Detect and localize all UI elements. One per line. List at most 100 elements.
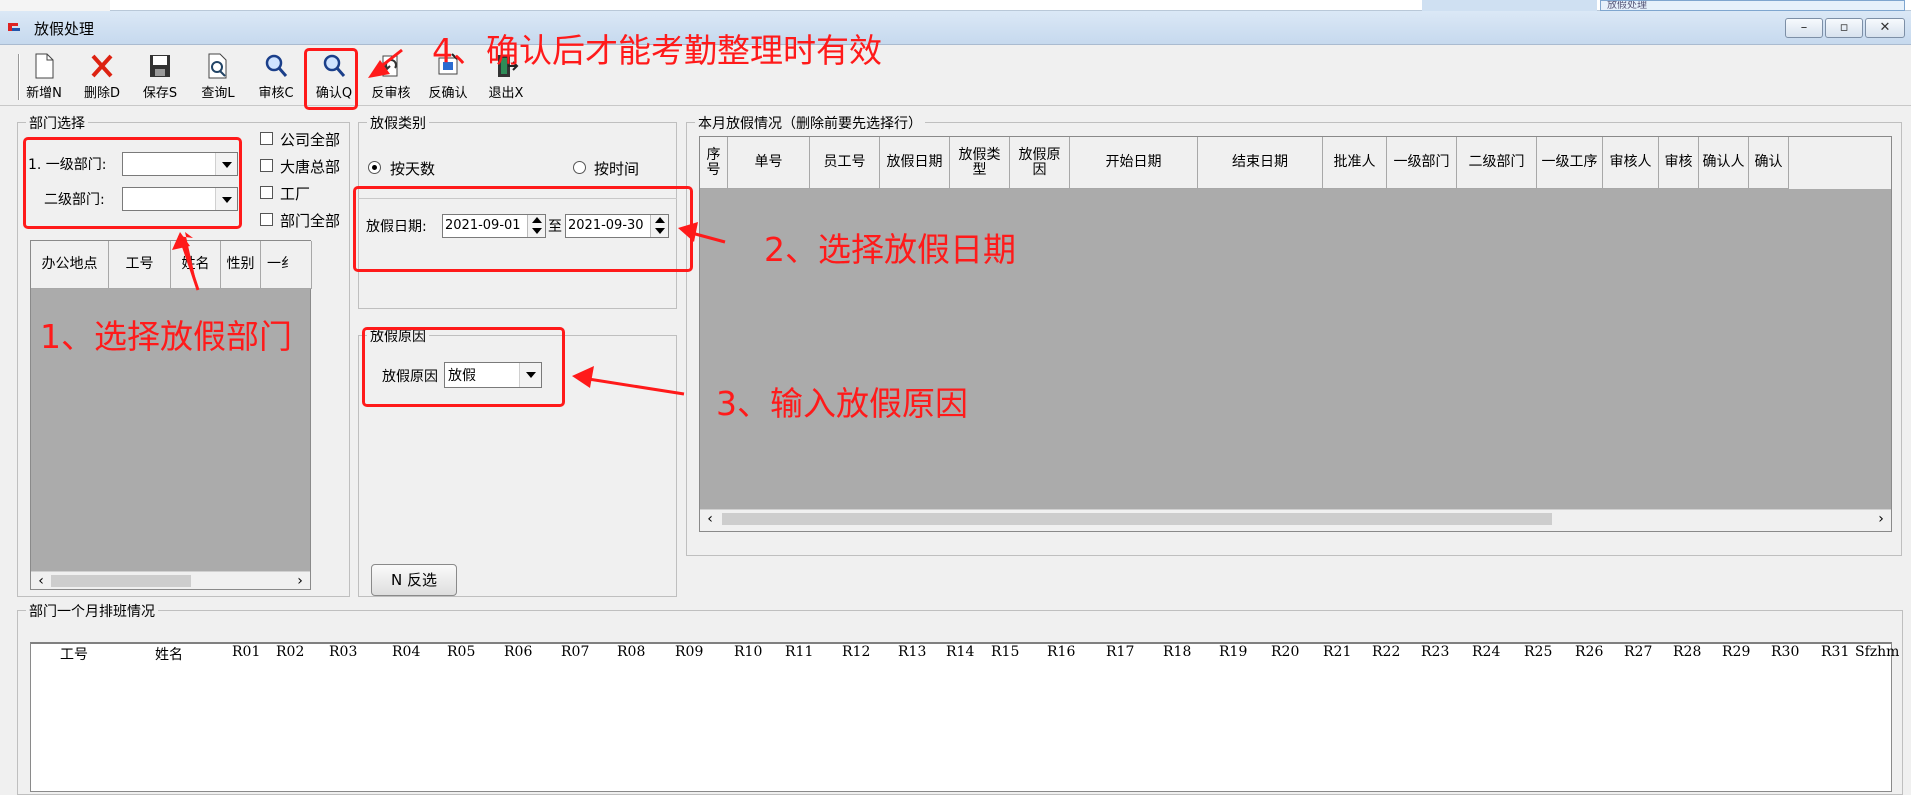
scroll-left-icon[interactable]: ‹ <box>702 510 718 528</box>
schedule-col-r12[interactable]: R12 <box>842 644 870 660</box>
col-level1-cut[interactable]: 一纟 <box>261 241 312 289</box>
schedule-col-r05[interactable]: R05 <box>447 644 475 660</box>
schedule-col-r15[interactable]: R15 <box>991 644 1019 660</box>
schedule-col-r22[interactable]: R22 <box>1372 644 1400 660</box>
close-button[interactable]: ✕ <box>1865 18 1905 38</box>
schedule-col-r02[interactable]: R02 <box>276 644 304 660</box>
annotation-step1: 1、选择放假部门 <box>40 317 292 356</box>
dept-all-label: 部门全部 <box>280 212 341 230</box>
col-seq[interactable]: 序号 <box>700 137 728 189</box>
col-emp-id[interactable]: 工号 <box>109 241 171 289</box>
schedule-col-r20[interactable]: R20 <box>1271 644 1299 660</box>
col-confirmer[interactable]: 确认人 <box>1699 137 1749 189</box>
schedule-col-r24[interactable]: R24 <box>1472 644 1500 660</box>
schedule-col-r03[interactable]: R03 <box>329 644 357 660</box>
col-reviewer[interactable]: 审核人 <box>1603 137 1659 189</box>
scroll-thumb[interactable] <box>722 513 1552 525</box>
parent-window-chip[interactable]: 放假处理 <box>1600 0 1905 11</box>
review-icon <box>265 54 288 77</box>
query-button[interactable]: 查询L <box>191 52 245 104</box>
company-all-label: 公司全部 <box>280 131 341 149</box>
employee-grid[interactable]: 办公地点 工号 姓名 性别 一纟 ‹ › <box>30 240 312 590</box>
schedule-col-r10[interactable]: R10 <box>734 644 762 660</box>
col-approver[interactable]: 批准人 <box>1323 137 1387 189</box>
schedule-col-r29[interactable]: R29 <box>1722 644 1750 660</box>
schedule-col-r19[interactable]: R19 <box>1219 644 1247 660</box>
col-order-no[interactable]: 单号 <box>728 137 810 189</box>
col-confirm[interactable]: 确认 <box>1749 137 1789 189</box>
scroll-right-icon[interactable]: › <box>1873 510 1889 528</box>
month-leave-grid[interactable]: 序号 单号 员工号 放假日期 放假类型 放假原因 开始日期 结束日期 批准人 一… <box>699 136 1892 532</box>
schedule-col-r13[interactable]: R13 <box>898 644 926 660</box>
col-level1-process[interactable]: 一级工序 <box>1537 137 1603 189</box>
factory-checkbox[interactable] <box>260 186 273 199</box>
schedule-col-r23[interactable]: R23 <box>1421 644 1449 660</box>
col-name[interactable]: 姓名 <box>171 241 221 289</box>
schedule-group-label: 部门一个月排班情况 <box>26 601 158 621</box>
col-employee-no[interactable]: 员工号 <box>810 137 880 189</box>
annotation-step3: 3、输入放假原因 <box>716 384 968 423</box>
schedule-col-r16[interactable]: R16 <box>1047 644 1075 660</box>
col-level2-dept[interactable]: 二级部门 <box>1457 137 1537 189</box>
schedule-col-r04[interactable]: R04 <box>392 644 420 660</box>
employee-grid-hscroll[interactable]: ‹ › <box>31 571 310 589</box>
month-leave-grid-hscroll[interactable]: ‹ › <box>700 509 1891 531</box>
unconfirm-button-label: 反确认 <box>428 86 468 101</box>
schedule-col-r06[interactable]: R06 <box>504 644 532 660</box>
schedule-col-r08[interactable]: R08 <box>617 644 645 660</box>
schedule-col-r18[interactable]: R18 <box>1163 644 1191 660</box>
month-leave-group-label: 本月放假情况（删除前要先选择行） <box>695 113 925 133</box>
review-button-label: 审核C <box>258 86 294 101</box>
unreview-button-label: 反审核 <box>371 86 411 101</box>
schedule-col-r01[interactable]: R01 <box>232 644 260 660</box>
col-level1-dept[interactable]: 一级部门 <box>1387 137 1457 189</box>
schedule-grid[interactable] <box>30 642 1892 792</box>
dept-all-checkbox[interactable] <box>260 213 273 226</box>
col-end-date[interactable]: 结束日期 <box>1198 137 1323 189</box>
delete-button[interactable]: 删除D <box>75 52 129 104</box>
unreview-button[interactable]: 反审核 <box>364 52 418 104</box>
minimize-button[interactable]: – <box>1785 18 1823 38</box>
review-button[interactable]: 审核C <box>249 52 303 104</box>
col-leave-type[interactable]: 放假类型 <box>950 137 1010 189</box>
col-gender[interactable]: 性别 <box>221 241 261 289</box>
schedule-col-姓名[interactable]: 姓名 <box>155 644 183 664</box>
schedule-col-r25[interactable]: R25 <box>1524 644 1552 660</box>
schedule-col-r31[interactable]: R31 <box>1821 644 1849 660</box>
invert-select-button[interactable]: N 反选 <box>371 564 457 596</box>
schedule-col-r07[interactable]: R07 <box>561 644 589 660</box>
schedule-col-r30[interactable]: R30 <box>1771 644 1799 660</box>
unreview-icon <box>382 55 398 77</box>
new-button-label: 新增N <box>26 86 62 101</box>
schedule-col-r21[interactable]: R21 <box>1323 644 1351 660</box>
schedule-col-r17[interactable]: R17 <box>1106 644 1134 660</box>
schedule-col-工号[interactable]: 工号 <box>60 644 88 664</box>
employee-grid-header: 办公地点 工号 姓名 性别 一纟 <box>31 241 312 289</box>
schedule-col-r14[interactable]: R14 <box>946 644 974 660</box>
schedule-col-r26[interactable]: R26 <box>1575 644 1603 660</box>
save-button[interactable]: 保存S <box>133 52 187 104</box>
col-office[interactable]: 办公地点 <box>31 241 109 289</box>
schedule-col-r09[interactable]: R09 <box>675 644 703 660</box>
by-day-radio[interactable] <box>368 161 381 174</box>
scroll-thumb[interactable] <box>51 575 191 587</box>
new-button[interactable]: 新增N <box>17 52 71 104</box>
parent-panel-fragment <box>1422 0 1597 11</box>
schedule-col-r11[interactable]: R11 <box>785 644 813 660</box>
scroll-right-icon[interactable]: › <box>292 572 308 590</box>
col-start-date[interactable]: 开始日期 <box>1070 137 1198 189</box>
minimize-icon: – <box>1800 20 1808 35</box>
factory-label: 工厂 <box>280 185 311 203</box>
schedule-col-sfzhm[interactable]: Sfzhm <box>1855 644 1899 660</box>
col-review[interactable]: 审核 <box>1659 137 1699 189</box>
maximize-button[interactable]: ▫ <box>1825 18 1863 38</box>
schedule-col-r28[interactable]: R28 <box>1673 644 1701 660</box>
scroll-left-icon[interactable]: ‹ <box>33 572 49 590</box>
col-leave-reason[interactable]: 放假原因 <box>1010 137 1070 189</box>
annotation-box-reason <box>362 327 565 407</box>
by-time-radio[interactable] <box>573 161 586 174</box>
col-leave-date[interactable]: 放假日期 <box>880 137 950 189</box>
schedule-col-r27[interactable]: R27 <box>1624 644 1652 660</box>
company-all-checkbox[interactable] <box>260 132 273 145</box>
datang-hq-checkbox[interactable] <box>260 159 273 172</box>
